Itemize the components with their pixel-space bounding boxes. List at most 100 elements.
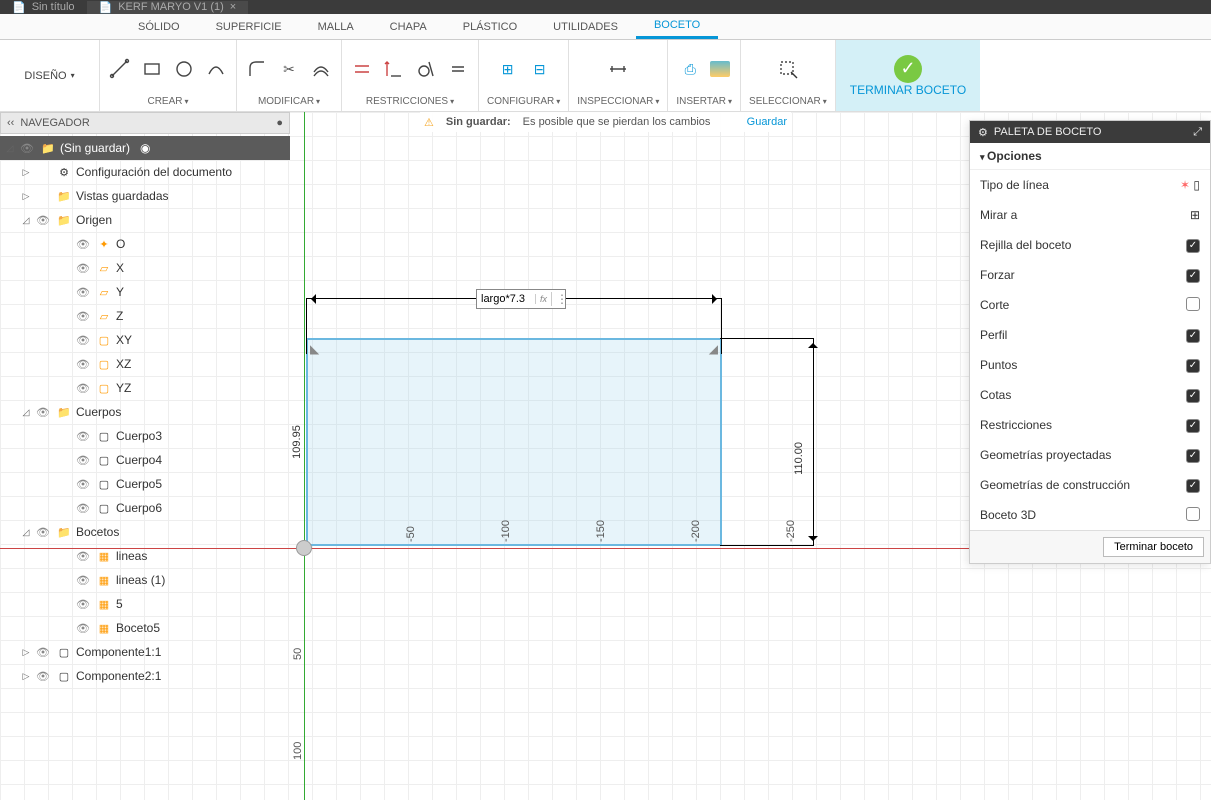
fillet-tool-icon[interactable] (245, 57, 269, 81)
line-tool-icon[interactable] (108, 57, 132, 81)
close-icon[interactable]: × (230, 1, 236, 13)
browser-header[interactable]: ‹‹ NAVEGADOR ● (0, 112, 290, 134)
insert-image-icon[interactable] (710, 61, 730, 77)
tree-root[interactable]: ◿👁📁(Sin guardar)◉ (0, 136, 290, 160)
checkbox[interactable]: ✓ (1186, 239, 1200, 253)
pin-icon[interactable]: ⤢ (1193, 126, 1202, 139)
visibility-icon[interactable]: 👁 (76, 334, 92, 347)
config-icon-2[interactable]: ⊟ (528, 57, 552, 81)
vert-constraint-icon[interactable] (382, 57, 406, 81)
visibility-icon[interactable]: 👁 (36, 646, 52, 659)
linetype-icon-2[interactable]: ▯ (1193, 178, 1200, 192)
visibility-icon[interactable]: 👁 (76, 574, 92, 587)
linetype-icon[interactable]: ✶ (1180, 178, 1190, 192)
visibility-icon[interactable]: 👁 (76, 310, 92, 323)
tree-sketch[interactable]: 👁▦lineas (0, 544, 290, 568)
ribbon-tab-superficie[interactable]: SUPERFICIE (198, 14, 300, 39)
visibility-icon[interactable]: 👁 (76, 454, 92, 467)
visibility-icon[interactable]: 👁 (76, 262, 92, 275)
circle-tool-icon[interactable] (172, 57, 196, 81)
tree-axis-y[interactable]: 👁▱Y (0, 280, 290, 304)
collapse-icon[interactable]: ● (276, 117, 283, 129)
dimension-input[interactable] (477, 293, 535, 305)
visibility-icon[interactable]: 👁 (36, 406, 52, 419)
ribbon-tab-plástico[interactable]: PLÁSTICO (445, 14, 535, 39)
horizontal-dimension[interactable]: fx ⋮ (306, 298, 722, 312)
tree-body[interactable]: 👁▢Cuerpo5 (0, 472, 290, 496)
ribbon-tab-chapa[interactable]: CHAPA (372, 14, 445, 39)
rectangle-tool-icon[interactable] (140, 57, 164, 81)
tree-body[interactable]: 👁▢Cuerpo6 (0, 496, 290, 520)
finish-sketch-button[interactable]: ✓ TERMINAR BOCETO (836, 40, 980, 111)
checkbox[interactable]: ✓ (1186, 359, 1200, 373)
tree-component[interactable]: ▷👁▢Componente2:1 (0, 664, 290, 688)
tree-axis-xz[interactable]: 👁▢XZ (0, 352, 290, 376)
visibility-icon[interactable]: 👁 (36, 526, 52, 539)
doc-tab-1[interactable]: 📄 Sin título (0, 1, 87, 14)
tree-axis-z[interactable]: 👁▱Z (0, 304, 290, 328)
visibility-icon[interactable]: 👁 (76, 238, 92, 251)
checkbox[interactable]: ✓ (1186, 329, 1200, 343)
visibility-icon[interactable]: 👁 (76, 430, 92, 443)
checkbox[interactable]: ✓ (1186, 269, 1200, 283)
save-link[interactable]: Guardar (747, 116, 787, 128)
tangent-constraint-icon[interactable] (414, 57, 438, 81)
tree-axis-yz[interactable]: 👁▢YZ (0, 376, 290, 400)
doc-tab-2[interactable]: 📄 KERF MARYO V1 (1) × (87, 1, 249, 14)
arc-tool-icon[interactable] (204, 57, 228, 81)
trim-tool-icon[interactable]: ✂ (277, 57, 301, 81)
checkbox[interactable] (1186, 297, 1200, 311)
visibility-icon[interactable]: 👁 (76, 478, 92, 491)
vertical-dimension-right[interactable]: 110.00 (800, 338, 814, 546)
tree-body[interactable]: 👁▢Cuerpo4 (0, 448, 290, 472)
tree-axis-x[interactable]: 👁▱X (0, 256, 290, 280)
equal-constraint-icon[interactable] (446, 57, 470, 81)
tree-body[interactable]: 👁▢Cuerpo3 (0, 424, 290, 448)
tree-sketches[interactable]: ◿👁📁Bocetos (0, 520, 290, 544)
ribbon-tab-malla[interactable]: MALLA (300, 14, 372, 39)
sketch-rectangle[interactable]: ◣ ◣ (306, 338, 722, 546)
tree-axis-o[interactable]: 👁✦O (0, 232, 290, 256)
visibility-icon[interactable]: 👁 (76, 286, 92, 299)
chevron-left-icon[interactable]: ‹‹ (7, 117, 14, 129)
checkbox[interactable]: ✓ (1186, 389, 1200, 403)
measure-icon[interactable] (606, 57, 630, 81)
offset-tool-icon[interactable] (309, 57, 333, 81)
ribbon-tab-sólido[interactable]: SÓLIDO (120, 14, 198, 39)
design-mode-button[interactable]: DISEÑO (0, 40, 100, 111)
visibility-icon[interactable]: 👁 (76, 358, 92, 371)
origin-point[interactable] (296, 540, 312, 556)
look-at-icon[interactable]: ⊞ (1190, 208, 1200, 222)
tree-sketch[interactable]: 👁▦lineas (1) (0, 568, 290, 592)
tree-doc-config[interactable]: ▷⚙Configuración del documento (0, 160, 290, 184)
visibility-icon[interactable]: 👁 (36, 670, 52, 683)
select-tool-icon[interactable] (776, 57, 800, 81)
gear-icon[interactable]: ⚙ (978, 126, 988, 139)
tree-sketch[interactable]: 👁▦Boceto5 (0, 616, 290, 640)
fx-icon[interactable]: fx (535, 294, 551, 304)
ribbon-tab-boceto[interactable]: BOCETO (636, 14, 718, 39)
config-icon-1[interactable]: ⊞ (496, 57, 520, 81)
ribbon-tab-utilidades[interactable]: UTILIDADES (535, 14, 636, 39)
checkbox[interactable]: ✓ (1186, 479, 1200, 493)
visibility-icon[interactable]: 👁 (20, 142, 36, 155)
visibility-icon[interactable]: 👁 (76, 502, 92, 515)
tree-bodies[interactable]: ◿👁📁Cuerpos (0, 400, 290, 424)
horiz-constraint-icon[interactable] (350, 57, 374, 81)
palette-header[interactable]: ⚙ PALETA DE BOCETO ⤢ (970, 121, 1210, 143)
tree-origin[interactable]: ◿👁📁Origen (0, 208, 290, 232)
checkbox[interactable] (1186, 507, 1200, 521)
visibility-icon[interactable]: 👁 (76, 550, 92, 563)
visibility-icon[interactable]: 👁 (76, 622, 92, 635)
palette-section-options[interactable]: Opciones (970, 143, 1210, 170)
visibility-icon[interactable]: 👁 (36, 214, 52, 227)
dimension-menu-icon[interactable]: ⋮ (551, 292, 572, 306)
visibility-icon[interactable]: 👁 (76, 382, 92, 395)
finish-sketch-button-small[interactable]: Terminar boceto (1103, 537, 1204, 557)
tree-saved-views[interactable]: ▷📁Vistas guardadas (0, 184, 290, 208)
tree-sketch[interactable]: 👁▦5 (0, 592, 290, 616)
checkbox[interactable]: ✓ (1186, 419, 1200, 433)
tree-component[interactable]: ▷👁▢Componente1:1 (0, 640, 290, 664)
checkbox[interactable]: ✓ (1186, 449, 1200, 463)
insert-deriv-icon[interactable]: ⎙ (678, 57, 702, 81)
